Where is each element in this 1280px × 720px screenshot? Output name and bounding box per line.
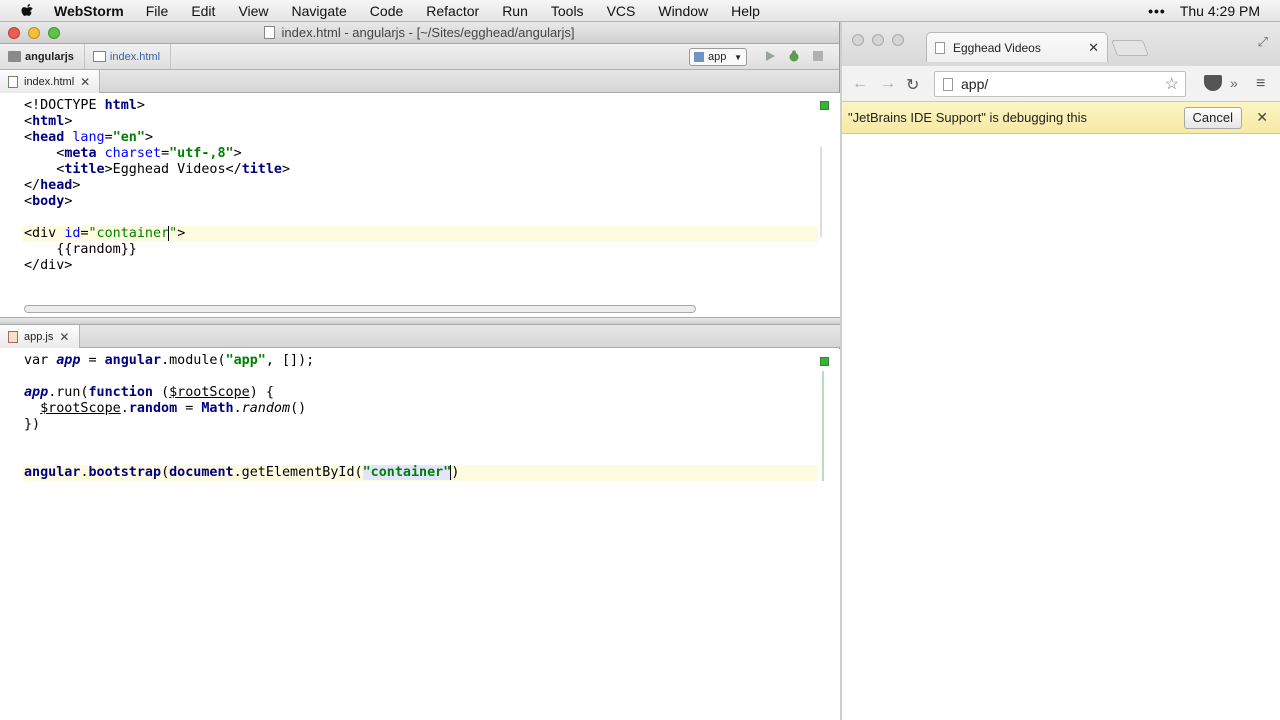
close-icon[interactable]: ✕ [1088, 40, 1099, 56]
forward-icon[interactable]: → [880, 75, 896, 93]
tab-index-html[interactable]: index.html ✕ [0, 70, 100, 93]
file-icon [264, 26, 276, 39]
run-config-select[interactable]: app ▼ [689, 48, 747, 66]
menu-icon[interactable]: ≡ [1256, 75, 1265, 93]
code-line: </div> [24, 258, 73, 273]
menu-window[interactable]: Window [658, 3, 708, 19]
menu-bar: WebStorm File Edit View Navigate Code Re… [0, 0, 1280, 22]
code-line: var app = angular.module("app", []); [24, 353, 315, 368]
run-icon[interactable] [763, 49, 777, 63]
menu-view[interactable]: View [238, 3, 268, 19]
code-line: angular.bootstrap(document.getElementByI… [24, 465, 460, 480]
menu-run[interactable]: Run [502, 3, 528, 19]
code-line: <body> [24, 194, 73, 209]
browser-toolbar: ← → ↻ app/ ☆ » ≡ [842, 66, 1280, 102]
ide-titlebar: index.html - angularjs - [~/Sites/egghea… [0, 22, 839, 44]
stop-icon[interactable] [811, 49, 825, 63]
debug-infobar: "JetBrains IDE Support" is debugging thi… [842, 102, 1280, 134]
bottom-editor-tabbar: app.js ✕ [0, 325, 840, 348]
code-line: <div id="container"> [24, 226, 186, 241]
window-title: index.html - angularjs - [~/Sites/egghea… [281, 25, 575, 40]
chevron-down-icon: ▼ [734, 52, 742, 62]
browser-tab[interactable]: Egghead Videos ✕ [926, 32, 1108, 62]
js-file-icon [8, 330, 18, 343]
editor-scrollbar[interactable] [820, 147, 822, 237]
page-icon [943, 77, 953, 91]
breadcrumb-project[interactable]: angularjs [0, 44, 85, 69]
address-bar[interactable]: app/ ☆ [934, 71, 1186, 97]
code-line: <!DOCTYPE html> [24, 98, 145, 113]
navigation-bar: angularjs index.html app ▼ [0, 44, 839, 70]
menu-code[interactable]: Code [370, 3, 403, 19]
zoom-window-button[interactable] [892, 34, 904, 46]
code-line: <head lang="en"> [24, 130, 153, 145]
menu-navigate[interactable]: Navigate [292, 3, 347, 19]
close-window-button[interactable] [852, 34, 864, 46]
change-marker [822, 371, 824, 481]
html-file-icon [8, 75, 18, 88]
infobar-message: "JetBrains IDE Support" is debugging thi… [848, 110, 1088, 125]
browser-tabstrip: Egghead Videos ✕ ⤢ [842, 22, 1280, 66]
inspection-ok-icon [820, 101, 829, 110]
pane-splitter[interactable] [0, 317, 840, 325]
menu-vcs[interactable]: VCS [607, 3, 636, 19]
reload-icon[interactable]: ↻ [906, 75, 919, 95]
code-line: {{random}} [24, 242, 137, 257]
horizontal-scrollbar[interactable] [24, 305, 696, 313]
browser-window: Egghead Videos ✕ ⤢ ← → ↻ app/ ☆ » ≡ "Jet… [842, 22, 1280, 720]
more-icon[interactable]: ••• [1148, 3, 1166, 19]
pocket-icon[interactable] [1204, 75, 1222, 91]
code-line: $rootScope.random = Math.random() [40, 401, 307, 416]
apple-icon[interactable] [20, 3, 36, 19]
code-line: }) [24, 417, 41, 432]
page-icon [935, 41, 945, 54]
breadcrumb-file[interactable]: index.html [85, 44, 172, 69]
fullscreen-icon[interactable]: ⤢ [1258, 34, 1268, 50]
top-editor-tabbar: index.html ✕ [0, 70, 839, 93]
debug-icon[interactable] [787, 49, 801, 63]
close-window-button[interactable] [8, 27, 20, 39]
run-config-icon [694, 52, 704, 62]
close-icon[interactable]: ✕ [59, 330, 69, 344]
code-line: </head> [24, 178, 81, 193]
menu-refactor[interactable]: Refactor [426, 3, 479, 19]
star-icon[interactable]: ☆ [1165, 74, 1179, 94]
code-line: app.run(function ($rootScope) { [24, 385, 274, 400]
menu-help[interactable]: Help [731, 3, 760, 19]
html-file-icon [92, 51, 106, 62]
html-editor[interactable]: <!DOCTYPE html> <html> <head lang="en"> … [0, 93, 840, 317]
folder-icon [8, 51, 21, 62]
zoom-window-button[interactable] [48, 27, 60, 39]
minimize-window-button[interactable] [872, 34, 884, 46]
menu-file[interactable]: File [146, 3, 169, 19]
back-icon[interactable]: ← [852, 75, 868, 93]
js-editor[interactable]: var app = angular.module("app", []); app… [0, 349, 840, 720]
close-icon[interactable]: ✕ [1256, 109, 1268, 126]
inspection-ok-icon [820, 357, 829, 366]
code-line: <title>Egghead Videos</title> [24, 162, 291, 177]
tab-app-js[interactable]: app.js ✕ [0, 325, 80, 348]
ide-window: index.html - angularjs - [~/Sites/egghea… [0, 22, 840, 720]
app-menu[interactable]: WebStorm [54, 3, 124, 19]
menu-edit[interactable]: Edit [191, 3, 215, 19]
code-line: <html> [24, 114, 73, 129]
cancel-button[interactable]: Cancel [1183, 107, 1242, 129]
minimize-window-button[interactable] [28, 27, 40, 39]
clock[interactable]: Thu 4:29 PM [1180, 3, 1260, 19]
menu-tools[interactable]: Tools [551, 3, 584, 19]
code-line: <meta charset="utf-,8"> [24, 146, 242, 161]
new-tab-button[interactable] [1111, 40, 1149, 56]
close-icon[interactable]: ✕ [80, 75, 90, 89]
chevron-right-icon[interactable]: » [1230, 75, 1238, 91]
